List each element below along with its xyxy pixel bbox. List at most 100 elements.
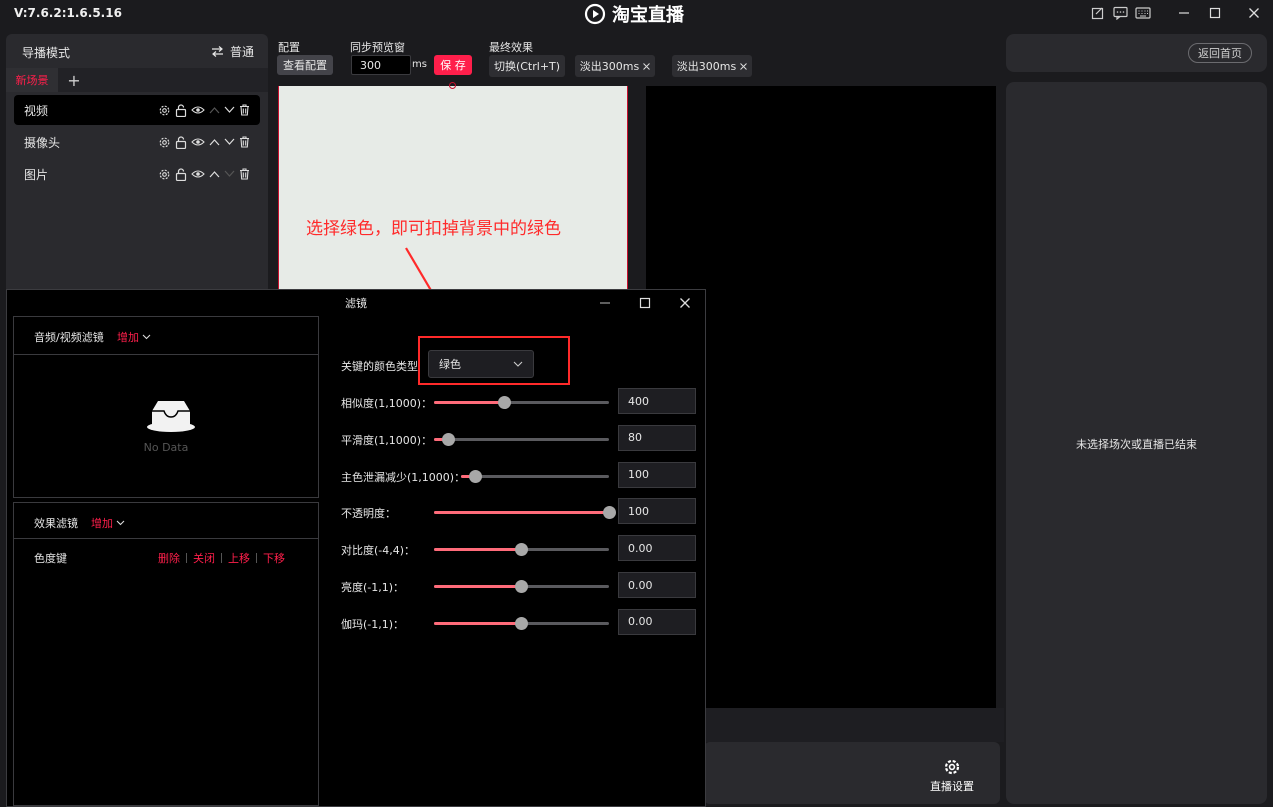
param-label: 相似度(1,1000)： xyxy=(341,397,433,410)
empty-box-icon xyxy=(146,397,196,433)
param-value-input[interactable]: 0.00 xyxy=(618,572,696,598)
param-slider[interactable] xyxy=(434,396,609,409)
chevron-up-icon[interactable] xyxy=(209,170,220,178)
sync-preview-label: 同步预览窗 xyxy=(350,41,405,54)
close-icon[interactable] xyxy=(1245,4,1263,22)
eye-icon[interactable] xyxy=(191,169,205,179)
effect-row-chroma-key[interactable]: 色度键 删除 关闭 上移 下移 xyxy=(14,541,318,571)
source-row-video[interactable]: 视频 xyxy=(14,95,260,125)
fade-out-button-2[interactable]: 淡出300ms xyxy=(672,55,752,77)
save-button[interactable]: 保 存 xyxy=(434,55,472,75)
nav-mode-label: 导播模式 xyxy=(22,46,71,60)
param-value-input[interactable]: 0.00 xyxy=(618,535,696,562)
maximize-icon[interactable] xyxy=(1206,4,1224,22)
param-slider[interactable] xyxy=(434,543,609,557)
param-value-input[interactable]: 0.00 xyxy=(618,608,696,635)
back-home-button[interactable]: 返回首页 xyxy=(1188,43,1252,63)
minimize-icon[interactable] xyxy=(1175,4,1193,22)
chevron-up-icon[interactable] xyxy=(209,106,220,114)
gear-icon[interactable] xyxy=(158,104,171,117)
keyboard-icon[interactable] xyxy=(1134,4,1152,22)
dialog-maximize-icon[interactable] xyxy=(636,294,654,312)
av-filters-header: 音频/视频滤镜 增加 xyxy=(14,317,318,355)
sync-unit: ms xyxy=(412,59,427,70)
mode-label: 普通 xyxy=(229,45,254,59)
close-small-icon[interactable] xyxy=(643,62,651,70)
feedback-icon[interactable] xyxy=(1089,4,1107,22)
taobao-live-logo-icon xyxy=(584,3,606,25)
param-label: 亮度(-1,1)： xyxy=(341,581,405,594)
scene-tab-new[interactable]: 新场景 xyxy=(6,68,58,92)
move-down-link[interactable]: 下移 xyxy=(263,550,285,566)
param-slider[interactable] xyxy=(461,469,609,483)
lock-icon[interactable] xyxy=(175,135,187,149)
sync-ms-input[interactable]: 300 xyxy=(351,55,411,75)
scene-panel: 导播模式 普通 新场景 + 视频 摄像头 图片 xyxy=(6,34,268,294)
av-add-dropdown[interactable]: 增加 xyxy=(117,329,151,345)
no-session-message: 未选择场次或直播已结束 xyxy=(1076,438,1197,451)
param-value-input[interactable]: 80 xyxy=(618,424,696,451)
lock-icon[interactable] xyxy=(175,103,187,117)
param-value-input[interactable]: 100 xyxy=(618,461,696,488)
app-title: 淘宝直播 xyxy=(584,2,684,26)
mode-toggle[interactable]: 普通 xyxy=(211,43,254,60)
dialog-minimize-icon[interactable] xyxy=(596,294,614,312)
chevron-down-icon[interactable] xyxy=(224,170,235,178)
slider-knob[interactable] xyxy=(602,506,616,520)
move-up-link[interactable]: 上移 xyxy=(228,550,250,566)
effect-actions: 删除 关闭 上移 下移 xyxy=(158,550,285,566)
source-row-camera[interactable]: 摄像头 xyxy=(14,127,260,157)
trash-icon[interactable] xyxy=(239,168,250,180)
param-value-input[interactable]: 100 xyxy=(618,498,696,525)
slider-knob[interactable] xyxy=(515,543,528,557)
app-title-text: 淘宝直播 xyxy=(612,5,684,26)
param-label: 伽玛(-1,1)： xyxy=(341,617,405,631)
gear-icon[interactable] xyxy=(158,168,171,181)
chevron-up-icon[interactable] xyxy=(209,138,220,146)
slider-knob[interactable] xyxy=(515,580,528,593)
preview-footer xyxy=(704,708,1004,742)
resize-handle[interactable] xyxy=(449,82,456,89)
live-settings-button[interactable]: 直播设置 xyxy=(930,758,974,794)
gear-icon[interactable] xyxy=(158,136,171,149)
av-filters-box: 音频/视频滤镜 增加 No Data xyxy=(13,316,319,498)
chevron-down-icon[interactable] xyxy=(224,106,235,114)
eye-icon[interactable] xyxy=(191,137,205,147)
final-effect-label: 最终效果 xyxy=(489,41,533,54)
lock-icon[interactable] xyxy=(175,167,187,181)
effect-filters-box: 效果滤镜 增加 色度键 删除 关闭 上移 下移 xyxy=(13,502,319,806)
annotation-highlight xyxy=(418,336,570,385)
view-config-button[interactable]: 查看配置 xyxy=(277,55,333,75)
add-label: 增加 xyxy=(117,331,139,344)
param-row-smoothness: 平滑度(1,1000)： 80 xyxy=(321,424,705,453)
message-icon[interactable] xyxy=(1111,4,1129,22)
close-link[interactable]: 关闭 xyxy=(193,550,215,566)
param-slider[interactable] xyxy=(434,506,616,520)
gear-icon xyxy=(943,758,961,776)
trash-icon[interactable] xyxy=(239,136,250,148)
delete-link[interactable]: 删除 xyxy=(158,550,180,566)
trash-icon[interactable] xyxy=(239,104,250,116)
effect-add-dropdown[interactable]: 增加 xyxy=(91,515,125,531)
param-slider[interactable] xyxy=(434,432,609,446)
switch-button[interactable]: 切换(Ctrl+T) xyxy=(489,55,565,77)
live-settings-label: 直播设置 xyxy=(930,780,974,793)
scene-tabs: 新场景 + xyxy=(6,68,268,92)
dialog-close-icon[interactable] xyxy=(676,294,694,312)
param-value-input[interactable]: 400 xyxy=(618,388,696,414)
add-scene-button[interactable]: + xyxy=(62,68,86,92)
source-name: 图片 xyxy=(24,167,49,182)
param-slider[interactable] xyxy=(434,616,609,630)
filter-params: 关键的颜色类型 绿色 相似度(1,1000)： 400 平滑度(1,1000)： 80… xyxy=(321,316,705,806)
param-slider[interactable] xyxy=(434,580,609,593)
source-row-image[interactable]: 图片 xyxy=(14,159,260,189)
slider-knob[interactable] xyxy=(515,616,528,630)
close-small-icon[interactable] xyxy=(740,62,748,70)
chevron-down-icon[interactable] xyxy=(224,138,235,146)
eye-icon[interactable] xyxy=(191,105,205,115)
slider-knob[interactable] xyxy=(497,396,511,409)
slider-knob[interactable] xyxy=(441,432,455,446)
slider-fill xyxy=(434,621,522,625)
slider-knob[interactable] xyxy=(469,469,483,483)
fade-out-button-1[interactable]: 淡出300ms xyxy=(575,55,655,77)
